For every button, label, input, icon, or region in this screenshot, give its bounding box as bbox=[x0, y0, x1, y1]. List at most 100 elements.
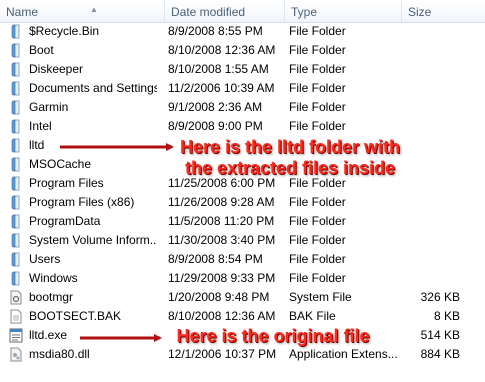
folder-callout: Here is the lltd folder with the extract… bbox=[170, 137, 410, 179]
column-header-bar: Name ▲ Date modified Type Size bbox=[0, 0, 485, 23]
file-type: File Folder bbox=[289, 271, 346, 285]
file-row[interactable]: BOOTSECT.BAK 8/10/2008 12:36 AM BAK File 8 … bbox=[0, 307, 485, 326]
file-date-modified: 11/26/2008 9:28 AM bbox=[168, 195, 275, 209]
file-name: Boot bbox=[29, 43, 54, 57]
folder-callout-line1: Here is the lltd folder with bbox=[179, 137, 401, 157]
file-date-modified: 8/9/2008 8:55 PM bbox=[168, 24, 263, 38]
file-type: File Folder bbox=[289, 43, 346, 57]
file-name: Garmin bbox=[29, 100, 69, 114]
file-date-modified: 8/10/2008 12:36 AM bbox=[168, 43, 276, 57]
dll-file-icon bbox=[8, 347, 24, 362]
folder-icon bbox=[8, 24, 24, 39]
file-date-modified: 11/29/2008 9:33 PM bbox=[168, 271, 276, 285]
file-name: Intel bbox=[29, 119, 52, 133]
column-header-size[interactable]: Size bbox=[401, 0, 485, 22]
file-date-modified: 11/5/2008 11:20 PM bbox=[168, 214, 275, 228]
column-header-date[interactable]: Date modified bbox=[164, 0, 284, 22]
column-header-size-label: Size bbox=[408, 5, 432, 19]
file-date-modified: 8/10/2008 12:36 AM bbox=[168, 309, 276, 323]
file-row[interactable]: ProgramData 11/5/2008 11:20 PM File Folder bbox=[0, 212, 485, 231]
file-row[interactable]: Documents and Settings 11/2/2006 10:39 AM… bbox=[0, 79, 485, 98]
file-date-modified: 8/9/2008 8:54 PM bbox=[168, 252, 263, 266]
file-size bbox=[404, 117, 460, 136]
file-name: Windows bbox=[29, 271, 78, 285]
file-row[interactable]: Intel 8/9/2008 9:00 PM File Folder bbox=[0, 117, 485, 136]
file-name: Program Files bbox=[29, 176, 104, 190]
file-size bbox=[404, 174, 460, 193]
file-type: File Folder bbox=[289, 24, 346, 38]
file-row[interactable]: Boot 8/10/2008 12:36 AM File Folder bbox=[0, 41, 485, 60]
file-name: msdia80.dll bbox=[29, 347, 90, 361]
file-name: BOOTSECT.BAK bbox=[29, 309, 122, 323]
file-type: File Folder bbox=[289, 233, 346, 247]
file-name: lltd bbox=[29, 138, 45, 152]
file-row[interactable]: Program Files (x86) 11/26/2008 9:28 AM Fil… bbox=[0, 193, 485, 212]
file-size: 326 KB bbox=[420, 290, 460, 304]
file-type: File Folder bbox=[289, 119, 346, 133]
file-type: System File bbox=[289, 290, 352, 304]
file-date-modified: 12/1/2006 10:37 PM bbox=[168, 347, 277, 361]
column-header-type-label: Type bbox=[291, 5, 318, 19]
file-size bbox=[404, 136, 460, 155]
file-size bbox=[404, 193, 460, 212]
file-row[interactable]: System Volume Inform... 11/30/2008 3:40 P… bbox=[0, 231, 485, 250]
column-header-type[interactable]: Type bbox=[284, 0, 401, 22]
file-name: Program Files (x86) bbox=[29, 195, 135, 209]
file-size bbox=[404, 98, 460, 117]
folder-icon bbox=[8, 43, 24, 58]
folder-icon bbox=[8, 233, 24, 248]
file-date-modified: 11/30/2008 3:40 PM bbox=[168, 233, 276, 247]
file-row[interactable]: bootmgr 1/20/2008 9:48 PM System File 326 K… bbox=[0, 288, 485, 307]
folder-icon bbox=[8, 119, 24, 134]
file-size bbox=[404, 231, 460, 250]
file-type: File Folder bbox=[289, 100, 346, 114]
file-callout: Here is the original file bbox=[176, 326, 370, 346]
sort-ascending-icon: ▲ bbox=[90, 5, 98, 14]
file-row[interactable]: Users 8/9/2008 8:54 PM File Folder bbox=[0, 250, 485, 269]
folder-icon bbox=[8, 157, 24, 172]
executable-file-icon bbox=[8, 328, 24, 343]
file-name: System Volume Inform... bbox=[29, 233, 157, 247]
file-row[interactable]: Garmin 9/1/2008 2:36 AM File Folder bbox=[0, 98, 485, 117]
file-name: lltd.exe bbox=[29, 328, 68, 342]
file-date-modified: 8/9/2008 9:00 PM bbox=[168, 119, 263, 133]
file-date-modified: 1/20/2008 9:48 PM bbox=[168, 290, 270, 304]
folder-icon bbox=[8, 252, 24, 267]
file-size bbox=[404, 22, 460, 41]
file-type: File Folder bbox=[289, 62, 346, 76]
column-header-name[interactable]: Name ▲ bbox=[0, 0, 164, 22]
folder-callout-line2: the extracted files inside bbox=[184, 158, 396, 178]
file-size bbox=[404, 41, 460, 60]
document-file-icon bbox=[8, 309, 24, 324]
file-size: 884 KB bbox=[420, 347, 460, 361]
file-size bbox=[404, 212, 460, 231]
column-header-date-label: Date modified bbox=[171, 5, 246, 19]
file-type: BAK File bbox=[289, 309, 336, 323]
file-row[interactable]: Diskeeper 8/10/2008 1:55 AM File Folder bbox=[0, 60, 485, 79]
file-type: File Folder bbox=[289, 252, 346, 266]
file-row[interactable]: Windows 11/29/2008 9:33 PM File Folder bbox=[0, 269, 485, 288]
file-date-modified: 11/2/2006 10:39 AM bbox=[168, 81, 275, 95]
file-name: $Recycle.Bin bbox=[29, 24, 100, 38]
file-type: File Folder bbox=[289, 81, 346, 95]
folder-icon bbox=[8, 271, 24, 286]
file-size bbox=[404, 269, 460, 288]
file-type: File Folder bbox=[289, 195, 346, 209]
folder-icon bbox=[8, 214, 24, 229]
file-size bbox=[404, 155, 460, 174]
file-row[interactable]: $Recycle.Bin 8/9/2008 8:55 PM File Folder bbox=[0, 22, 485, 41]
file-name: MSOCache bbox=[29, 157, 92, 171]
file-name: ProgramData bbox=[29, 214, 101, 228]
folder-icon bbox=[8, 100, 24, 115]
file-size: 514 KB bbox=[420, 328, 460, 342]
folder-icon bbox=[8, 138, 24, 153]
folder-icon bbox=[8, 195, 24, 210]
file-row[interactable]: msdia80.dll 12/1/2006 10:37 PM Application… bbox=[0, 345, 485, 364]
column-header-name-label: Name bbox=[6, 5, 39, 19]
file-date-modified: 8/10/2008 1:55 AM bbox=[168, 62, 269, 76]
file-type: File Folder bbox=[289, 214, 346, 228]
file-name: Users bbox=[29, 252, 61, 266]
file-date-modified: 9/1/2008 2:36 AM bbox=[168, 100, 263, 114]
file-name: Documents and Settings bbox=[29, 81, 157, 95]
file-size bbox=[404, 250, 460, 269]
